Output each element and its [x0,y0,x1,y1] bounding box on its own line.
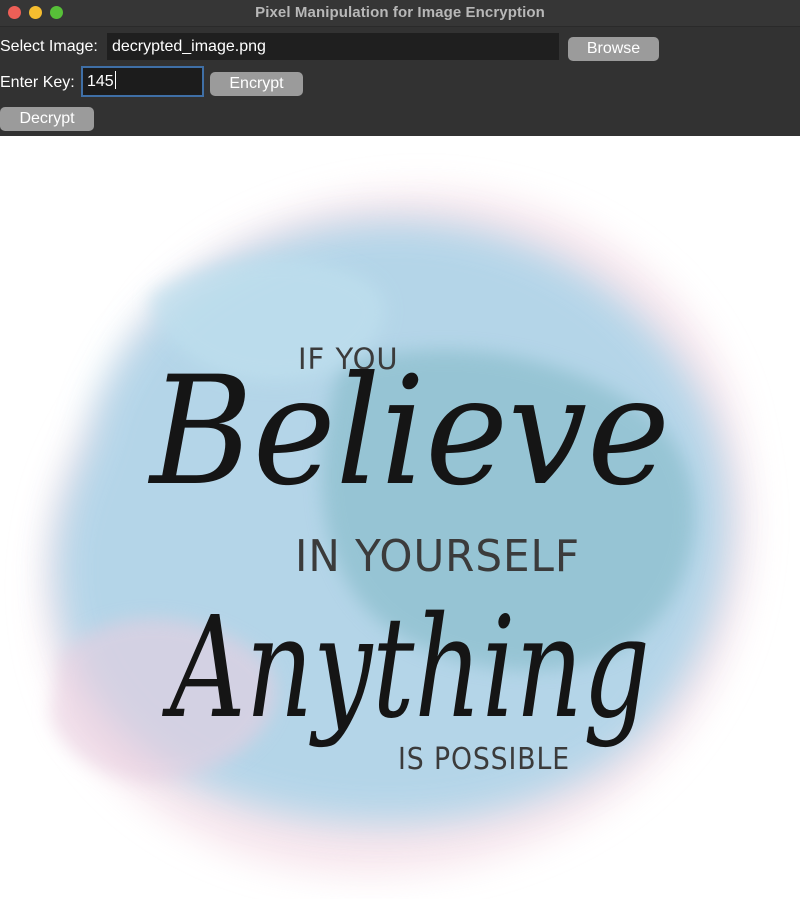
quote-line-believe: Believe [147,345,670,519]
decrypt-button[interactable]: Decrypt [0,107,94,131]
enter-key-label: Enter Key: [0,74,75,91]
image-path-field[interactable]: decrypted_image.png [107,33,559,60]
control-panel: Select Image: decrypted_image.png Browse… [0,27,800,136]
quote-line-is-possible: IS POSSIBLE [398,742,570,777]
text-caret [114,71,116,89]
select-image-label: Select Image: [0,38,98,55]
quote-line-in-yourself: IN YOURSELF [295,531,580,582]
image-preview: IF YOU Believe IN YOURSELF Anything IS P… [0,136,800,899]
window-title: Pixel Manipulation for Image Encryption [255,4,545,21]
key-value: 145 [87,73,114,90]
title-bar: Pixel Manipulation for Image Encryption [0,0,800,27]
quote-line-anything: Anything [162,587,650,750]
key-input[interactable]: 145 [81,66,204,97]
encrypt-button[interactable]: Encrypt [210,72,303,96]
browse-button[interactable]: Browse [568,37,659,61]
decrypted-image: IF YOU Believe IN YOURSELF Anything IS P… [0,136,800,899]
